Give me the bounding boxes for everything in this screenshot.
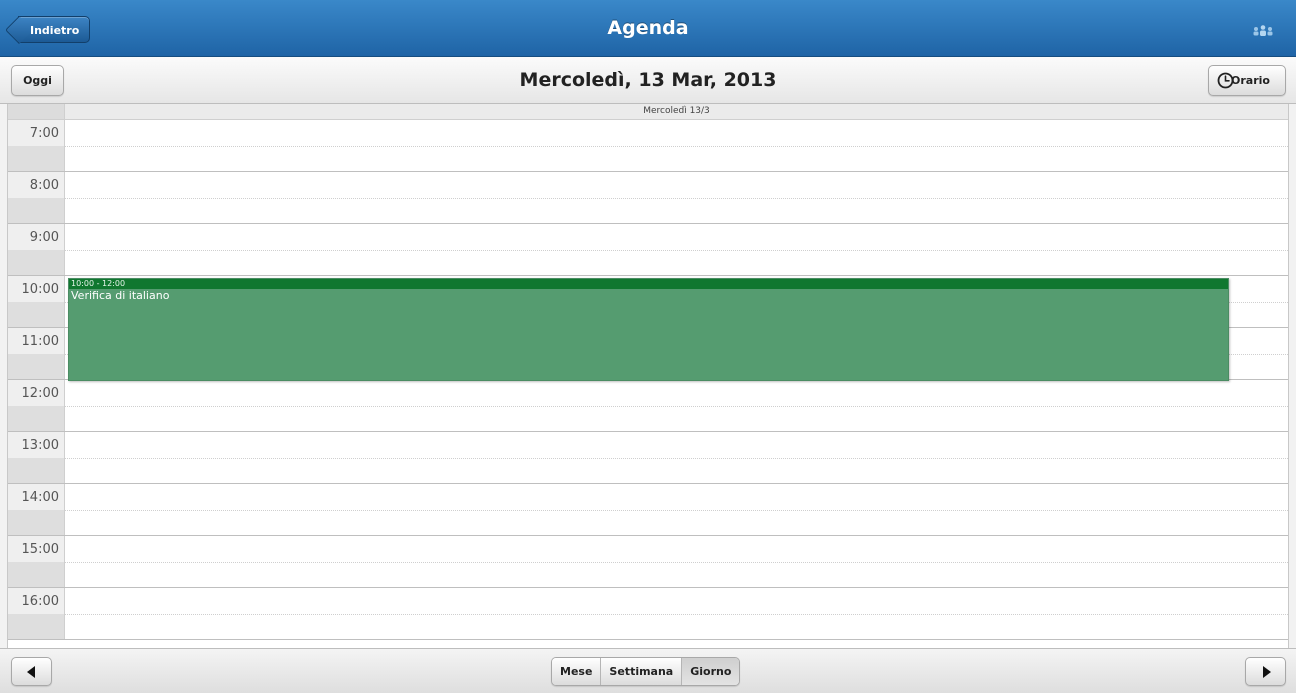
day-header-gutter bbox=[8, 104, 65, 119]
triangle-right-icon bbox=[1263, 666, 1271, 678]
previous-day-button[interactable] bbox=[11, 657, 52, 686]
time-label: 12:00 bbox=[8, 380, 65, 431]
time-label: 11:00 bbox=[8, 328, 65, 379]
day-header: Mercoledì 13/3 bbox=[8, 104, 1288, 120]
schedule-button-label: Orario bbox=[1231, 74, 1270, 87]
hour-row[interactable]: 16:00 bbox=[8, 588, 1288, 640]
day-calendar[interactable]: Mercoledì 13/3 7:00 8:00 9:00 10:00 11:0… bbox=[7, 104, 1289, 648]
app-header: Indietro Agenda bbox=[0, 0, 1296, 57]
view-switcher: Mese Settimana Giorno bbox=[551, 657, 741, 686]
hour-row[interactable]: 12:00 bbox=[8, 380, 1288, 432]
time-label: 9:00 bbox=[8, 224, 65, 275]
view-day-button[interactable]: Giorno bbox=[681, 658, 740, 685]
calendar-event[interactable]: 10:00 - 12:00 Verifica di italiano bbox=[68, 278, 1229, 381]
view-month-button[interactable]: Mese bbox=[552, 658, 601, 685]
time-label: 15:00 bbox=[8, 536, 65, 587]
view-week-button[interactable]: Settimana bbox=[600, 658, 682, 685]
bottom-toolbar: Mese Settimana Giorno bbox=[0, 648, 1296, 693]
time-label: 13:00 bbox=[8, 432, 65, 483]
hour-row[interactable]: 9:00 bbox=[8, 224, 1288, 276]
event-title: Verifica di italiano bbox=[71, 289, 170, 302]
time-label: 8:00 bbox=[8, 172, 65, 223]
time-label: 16:00 bbox=[8, 588, 65, 639]
time-label: 10:00 bbox=[8, 276, 65, 327]
event-time: 10:00 - 12:00 bbox=[69, 279, 1228, 289]
clock-icon bbox=[1217, 72, 1234, 89]
schedule-button[interactable]: Orario bbox=[1208, 65, 1286, 96]
hour-row[interactable]: 7:00 bbox=[8, 120, 1288, 172]
users-icon[interactable] bbox=[1252, 24, 1274, 36]
triangle-left-icon bbox=[27, 666, 35, 678]
hour-row[interactable]: 15:00 bbox=[8, 536, 1288, 588]
hour-row[interactable]: 8:00 bbox=[8, 172, 1288, 224]
hour-row[interactable]: 13:00 bbox=[8, 432, 1288, 484]
next-day-button[interactable] bbox=[1245, 657, 1286, 686]
hour-row[interactable]: 14:00 bbox=[8, 484, 1288, 536]
page-title: Agenda bbox=[607, 17, 689, 39]
current-date: Mercoledì, 13 Mar, 2013 bbox=[519, 69, 777, 91]
day-header-label: Mercoledì 13/3 bbox=[643, 106, 710, 116]
time-label: 7:00 bbox=[8, 120, 65, 171]
time-label: 14:00 bbox=[8, 484, 65, 535]
date-toolbar: Oggi Mercoledì, 13 Mar, 2013 Orario bbox=[0, 57, 1296, 104]
